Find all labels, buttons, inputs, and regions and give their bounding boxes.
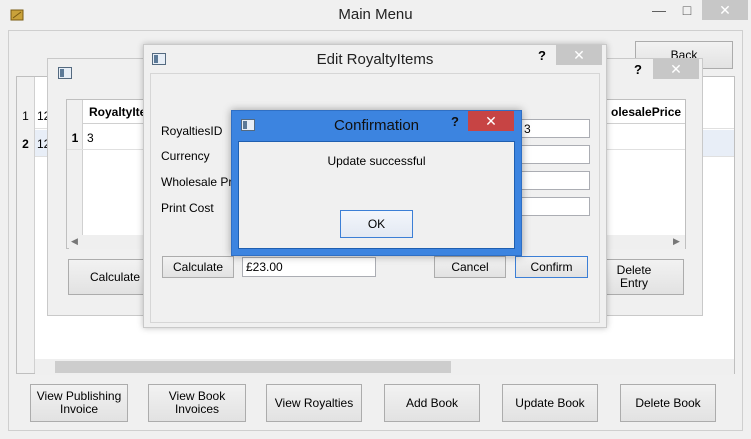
view-royalties-button[interactable]: View Royalties: [266, 384, 362, 422]
scrollbar-thumb[interactable]: [55, 361, 451, 373]
row-number: 1: [71, 130, 79, 145]
ok-button[interactable]: OK: [340, 210, 413, 238]
royaltiesid-field[interactable]: 3: [520, 119, 590, 138]
maximize-icon[interactable]: □: [676, 0, 698, 20]
delete-book-button[interactable]: Delete Book: [620, 384, 716, 422]
wholesale-price-label: Wholesale Pric: [161, 175, 242, 189]
row-number: 1: [17, 102, 35, 129]
help-icon[interactable]: ?: [634, 62, 650, 77]
row-number: 2: [17, 130, 35, 157]
window-icon: [58, 67, 72, 79]
window-title: Edit RoyaltyItems: [316, 51, 434, 68]
print-cost-label: Print Cost: [161, 201, 214, 215]
add-book-button[interactable]: Add Book: [384, 384, 480, 422]
dialog-client-area: Update successful OK: [238, 141, 515, 249]
price-field[interactable]: £23.00: [242, 257, 376, 277]
dialog-message: Update successful: [327, 154, 426, 168]
table-cell[interactable]: 3: [87, 131, 94, 145]
help-icon[interactable]: ?: [538, 48, 552, 63]
window-title: Main Menu: [338, 6, 413, 23]
confirmation-dialog: Confirmation ? ✕ Update successful OK: [231, 110, 522, 256]
scroll-left-icon[interactable]: ◀: [71, 236, 78, 247]
print-cost-field[interactable]: [520, 197, 590, 216]
close-icon[interactable]: ✕: [556, 45, 602, 65]
scroll-right-icon[interactable]: ▶: [673, 236, 680, 247]
row-header-column: [67, 100, 83, 248]
royaltiesid-label: RoyaltiesID: [161, 124, 223, 138]
view-book-invoices-button[interactable]: View Book Invoices: [148, 384, 246, 422]
column-header[interactable]: RoyaltyIte: [89, 105, 146, 119]
update-book-button[interactable]: Update Book: [502, 384, 598, 422]
calculate-button[interactable]: Calculate: [162, 256, 234, 278]
close-icon[interactable]: ✕: [702, 0, 748, 20]
column-header[interactable]: olesalePrice: [611, 105, 681, 119]
currency-field[interactable]: [520, 145, 590, 164]
currency-label: Currency: [161, 149, 210, 163]
confirm-button[interactable]: Confirm: [515, 256, 588, 278]
cancel-button[interactable]: Cancel: [434, 256, 506, 278]
view-publishing-invoice-button[interactable]: View Publishing Invoice: [30, 384, 128, 422]
minimize-icon[interactable]: —: [648, 0, 670, 20]
close-icon[interactable]: ✕: [653, 59, 699, 79]
close-icon[interactable]: ✕: [468, 111, 514, 131]
wholesale-price-field[interactable]: [520, 171, 590, 190]
horizontal-scrollbar[interactable]: [35, 359, 734, 375]
help-icon[interactable]: ?: [451, 114, 465, 129]
